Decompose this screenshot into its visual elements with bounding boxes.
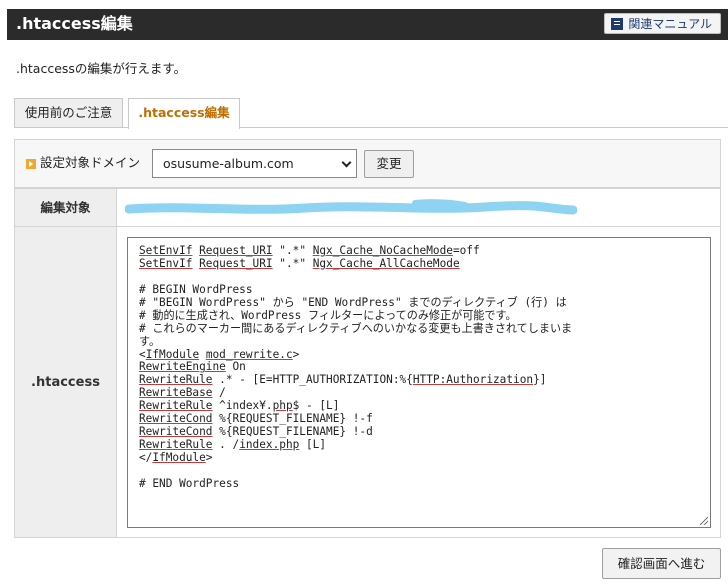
code-token: > [205,451,213,464]
code-token: </ [139,451,153,464]
code-token: }] [533,373,547,387]
domain-label: 設定対象ドメイン [40,155,141,170]
confirm-button[interactable]: 確認画面へ進む [602,548,721,579]
code-token: %{REQUEST_FILENAME} !-d [212,425,373,439]
code-token: SetEnvIf [139,256,193,270]
code-token: %{REQUEST_FILENAME} !-f [212,412,373,426]
arrow-right-icon [26,159,36,169]
code-token: RewriteRule [139,399,213,413]
htaccess-editor[interactable]: SetEnvIf Request_URI ".*" Ngx_Cache_NoCa… [127,237,711,528]
code-token: On [225,360,246,374]
code-token: RewriteCond [139,425,213,439]
change-domain-button[interactable]: 変更 [364,150,414,178]
code-token: # これらのマーカー間にあるディレクティブへのいかなる変更も上書きされてしまいま [139,321,573,335]
resize-handle-icon[interactable] [700,517,708,525]
code-token: ^index¥. [212,399,273,413]
code-line: SetEnvIf Request_URI ".*" Ngx_Cache_AllC… [139,256,710,271]
page-title: .htaccess編集 [16,14,133,33]
related-manual-button[interactable]: 関連マニュアル [604,13,721,34]
code-line: RewriteRule . /index.php [L] [139,438,710,452]
code-token: す。 [139,334,161,348]
code-token: RewriteEngine [139,360,226,374]
page-description: .htaccessの編集が行えます。 [16,61,187,76]
code-token: > [292,347,300,361]
domain-selector-panel: 設定対象ドメイン osusume-album.com 変更 [14,139,721,188]
code-token: mod_rewrite.c [205,347,293,361]
code-token: ".*" [272,256,313,270]
edit-target-cell [117,189,720,227]
code-token: =off [452,244,480,257]
htaccess-row-header: .htaccess [15,227,117,537]
code-line: # END WordPress [139,476,710,491]
code-token: Ngx_Cache_AllCacheMode [312,256,460,270]
domain-select[interactable]: osusume-album.com [152,149,357,178]
code-token: [L] [299,438,327,452]
code-token: index.php [239,438,300,452]
code-token: ".*" [272,244,313,257]
code-token: $ - [L] [292,399,340,413]
edit-target-header: 編集対象 [15,189,117,227]
code-token: .* - [E=HTTP_AUTHORIZATION:%{ [212,373,413,387]
code-token: php [272,399,293,413]
tab-htaccess-edit[interactable]: .htaccess編集 [128,98,240,129]
code-token: # BEGIN WordPress [139,282,253,296]
code-token: Request_URI [199,244,273,257]
tab-usage-notes[interactable]: 使用前のご注意 [14,98,123,128]
tab-divider [14,127,728,128]
page-header: .htaccess編集 関連マニュアル [7,9,728,40]
code-token: # 動的に生成され、WordPress フィルターによってのみ修正が可能です。 [139,308,517,322]
code-line: # これらのマーカー間にあるディレクティブへのいかなる変更も上書きされてしまいま [139,321,710,336]
htaccess-table: 編集対象 .htaccess SetEnvIf Request_URI ".*"… [14,188,721,538]
code-token: Request_URI [199,256,273,270]
code-token: RewriteCond [139,412,213,426]
redaction-scribble [125,199,577,215]
chevron-down-icon [341,157,352,168]
code-token: . / [212,438,240,452]
code-token: Ngx_Cache_NoCacheMode [312,244,453,257]
related-manual-label: 関連マニュアル [628,17,712,31]
code-token: RewriteRule [139,373,213,387]
code-token: HTTP:Authorization [412,373,534,387]
code-token: RewriteRule [139,438,213,452]
code-token: # END WordPress [139,476,240,490]
code-token: IfModule [145,347,200,361]
code-token: IfModule [152,451,206,464]
code-token: / [212,386,226,400]
code-line: </IfModule> [139,451,710,465]
code-token: # "BEGIN WordPress" から "END WordPress" ま… [139,295,567,309]
domain-selected-value: osusume-album.com [163,156,294,171]
code-token: < [139,347,146,361]
book-icon [611,17,624,30]
code-token: RewriteBase [139,386,213,400]
code-token: SetEnvIf [139,244,193,257]
